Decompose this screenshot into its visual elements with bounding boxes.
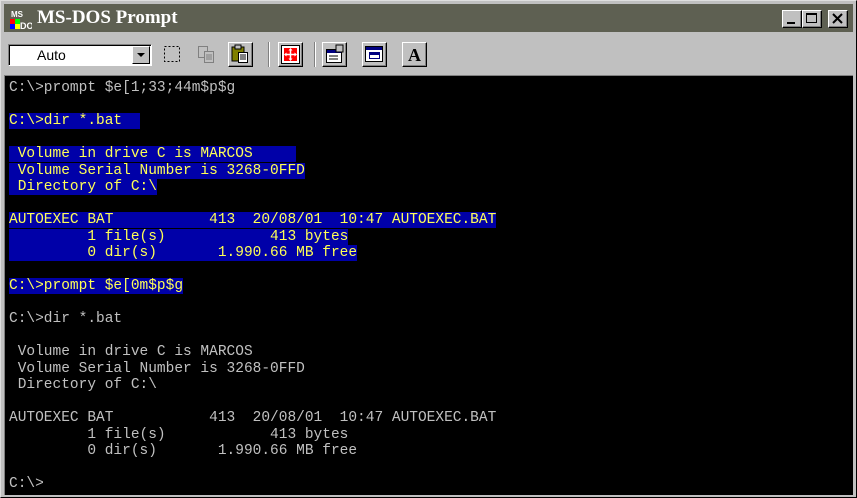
maximize-button[interactable] xyxy=(802,10,822,28)
mark-icon xyxy=(164,46,180,62)
background-button[interactable] xyxy=(362,42,387,67)
font-size-select[interactable]: Auto xyxy=(8,44,152,66)
properties-icon xyxy=(326,44,344,63)
paste-button[interactable] xyxy=(228,42,253,67)
copy-icon xyxy=(198,46,214,63)
console-line: 1 file(s) 413 bytes xyxy=(9,427,349,443)
close-icon xyxy=(832,13,843,24)
console-line: C:\>dir *.bat xyxy=(9,113,140,129)
console-line: C:\>prompt $e[0m$p$g xyxy=(9,278,184,294)
console-line: 0 dir(s) 1.990.66 MB free xyxy=(9,443,358,459)
console-line: Directory of C:\ xyxy=(9,179,157,195)
font-size-value: Auto xyxy=(37,47,66,63)
background-icon xyxy=(365,46,383,62)
console-line: Directory of C:\ xyxy=(9,377,157,393)
msdos-app-icon[interactable]: MS DOS xyxy=(10,8,32,30)
font-button[interactable]: A xyxy=(402,42,427,67)
msdos-window: MS DOS MS-DOS Prompt Auto xyxy=(0,0,857,498)
console-line: Volume in drive C is MARCOS xyxy=(9,344,253,360)
window-title: MS-DOS Prompt xyxy=(37,7,178,28)
minimize-icon xyxy=(787,22,795,24)
maximize-icon xyxy=(806,13,817,23)
console-line: Volume Serial Number is 3268-0FFD xyxy=(9,163,305,179)
svg-text:A: A xyxy=(408,45,421,65)
font-icon: A xyxy=(408,45,421,65)
title-bar[interactable]: MS DOS MS-DOS Prompt xyxy=(4,4,853,32)
console-line: C:\> xyxy=(9,476,44,492)
dropdown-arrow-button[interactable] xyxy=(132,46,150,64)
console-line: C:\>dir *.bat xyxy=(9,311,123,327)
toolbar: Auto A xyxy=(4,36,853,72)
mark-button[interactable] xyxy=(160,42,185,67)
console-line: 1 file(s) 413 bytes xyxy=(9,229,349,245)
toolbar-separator xyxy=(314,42,316,67)
console-line: C:\>prompt $e[1;33;44m$p$g xyxy=(9,80,236,96)
full-screen-button[interactable] xyxy=(278,42,303,67)
toolbar-separator xyxy=(268,42,270,67)
console-line: AUTOEXEC BAT 413 20/08/01 10:47 AUTOEXEC… xyxy=(9,212,497,228)
close-button[interactable] xyxy=(828,10,848,28)
properties-button[interactable] xyxy=(322,42,347,67)
chevron-down-icon xyxy=(137,53,145,57)
console-line: Volume Serial Number is 3268-0FFD xyxy=(9,361,305,377)
svg-text:DOS: DOS xyxy=(20,21,32,30)
console-line: Volume in drive C is MARCOS xyxy=(9,146,297,162)
full-screen-icon xyxy=(281,45,300,64)
svg-text:MS: MS xyxy=(11,10,24,19)
console-output[interactable]: C:\>prompt $e[1;33;44m$p$g C:\>dir *.bat… xyxy=(4,75,853,495)
minimize-button[interactable] xyxy=(782,10,802,28)
console-line: 0 dir(s) 1.990.66 MB free xyxy=(9,245,358,261)
paste-icon xyxy=(231,44,248,63)
copy-button[interactable] xyxy=(194,42,219,67)
console-line: AUTOEXEC BAT 413 20/08/01 10:47 AUTOEXEC… xyxy=(9,410,497,426)
